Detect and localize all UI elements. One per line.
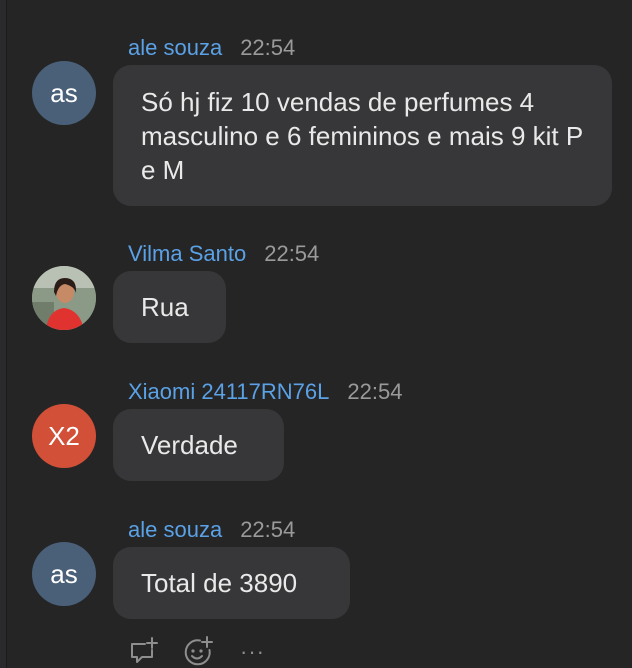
sender-name[interactable]: ale souza [128, 517, 222, 542]
add-reaction-icon[interactable] [182, 636, 214, 668]
message-header: ale souza 22:54 [128, 517, 295, 543]
avatar-initials: as [50, 558, 78, 589]
avatar-initials: as [50, 77, 78, 108]
avatar[interactable] [32, 266, 96, 330]
more-options-icon[interactable]: ··· [240, 641, 265, 663]
profile-photo-icon [32, 266, 96, 330]
message-header: Xiaomi 24117RN76L 22:54 [128, 379, 402, 405]
sender-name[interactable]: ale souza [128, 35, 222, 60]
avatar[interactable]: X2 [32, 404, 96, 468]
sender-name[interactable]: Xiaomi 24117RN76L [128, 379, 329, 404]
message-bubble[interactable]: Verdade [113, 409, 284, 481]
message-text: Total de 3890 [141, 568, 298, 598]
message-text: Verdade [141, 430, 238, 460]
message-header: Vilma Santo 22:54 [128, 241, 319, 267]
message-time: 22:54 [347, 379, 403, 404]
message-time: 22:54 [240, 35, 296, 60]
pane-divider [0, 0, 7, 668]
avatar[interactable]: as [32, 61, 96, 125]
message-bubble[interactable]: Rua [113, 271, 226, 343]
avatar-initials: X2 [48, 420, 80, 451]
message-header: ale souza 22:54 [128, 35, 295, 61]
message-bubble[interactable]: Só hj fiz 10 vendas de perfumes 4 mascul… [113, 65, 612, 206]
message-time: 22:54 [264, 241, 320, 266]
avatar[interactable]: as [32, 542, 96, 606]
message-text: Só hj fiz 10 vendas de perfumes 4 mascul… [141, 87, 583, 185]
message-bubble[interactable]: Total de 3890 [113, 547, 350, 619]
message-text: Rua [141, 292, 189, 322]
message-time: 22:54 [240, 517, 296, 542]
message-actions: ··· [128, 636, 265, 668]
sender-name[interactable]: Vilma Santo [128, 241, 246, 266]
reply-thread-icon[interactable] [128, 636, 160, 668]
